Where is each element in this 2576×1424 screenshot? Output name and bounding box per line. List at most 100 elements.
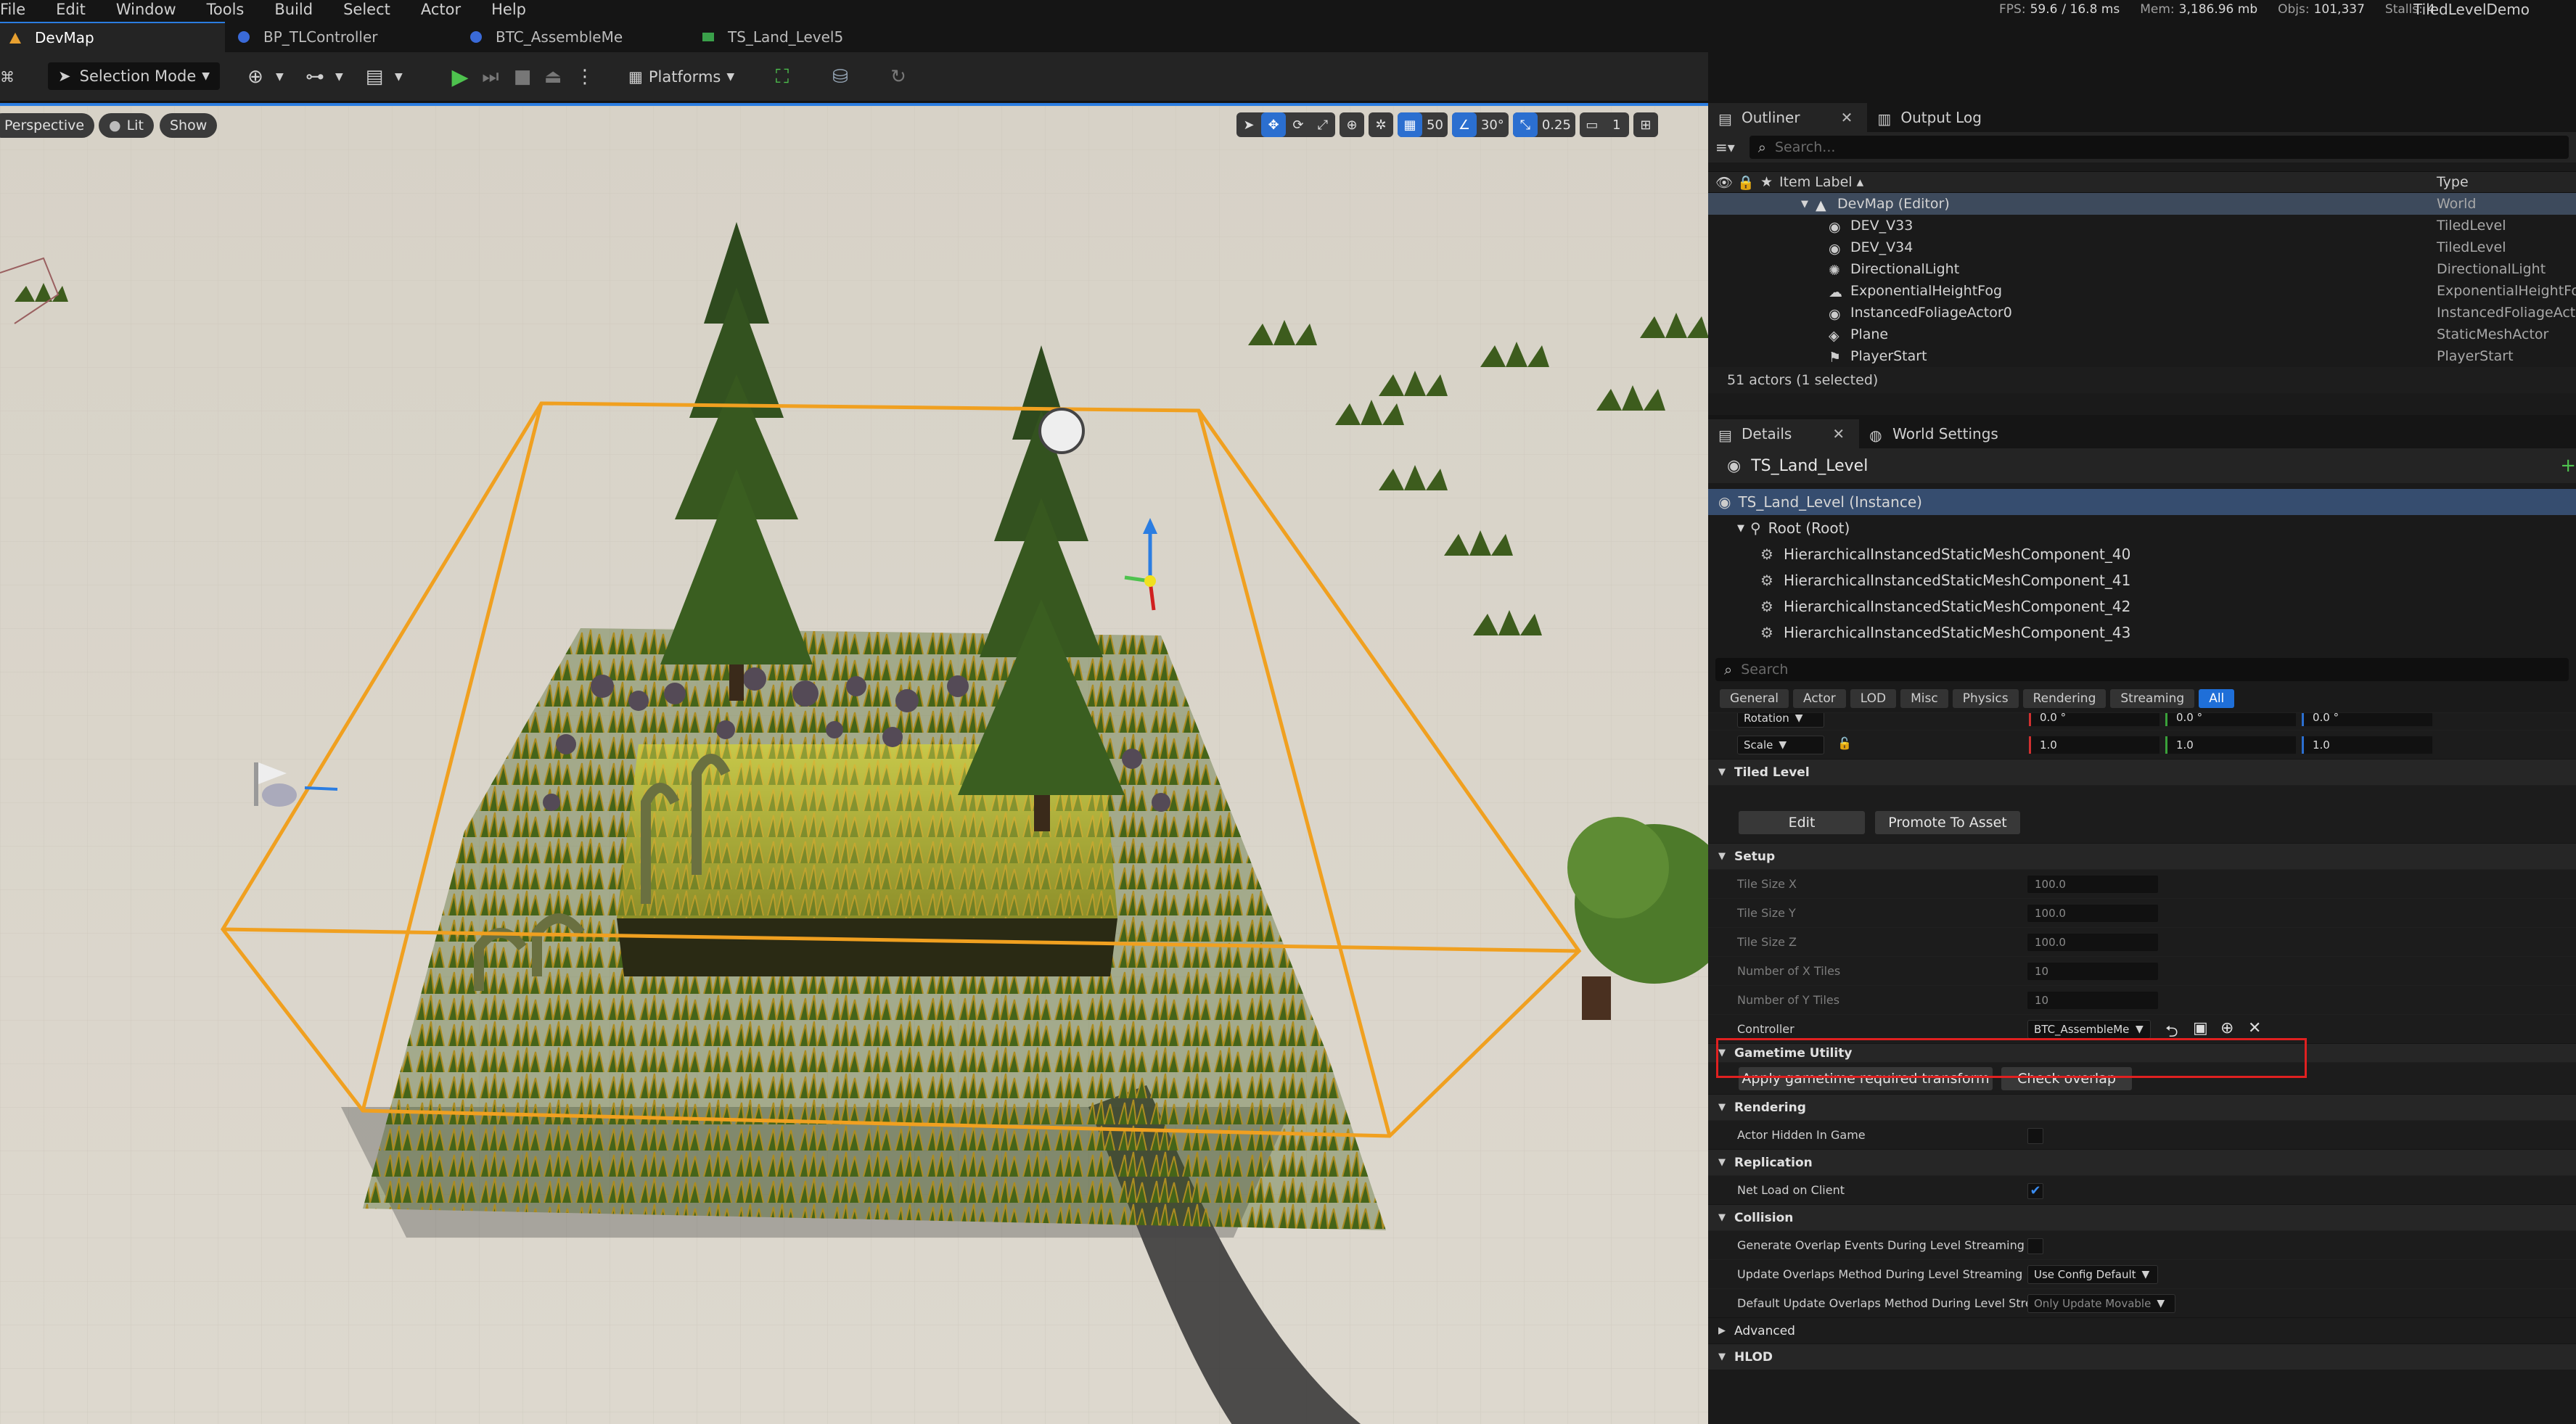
star-icon[interactable]: ★	[1760, 174, 1779, 190]
viewport-layout-icon[interactable]: ⊞	[1633, 112, 1658, 137]
play-options-button[interactable]: ⋮	[570, 62, 599, 91]
lock-icon[interactable]: 🔓	[1837, 736, 1852, 750]
blueprints-button[interactable]: ⊶ ▼	[300, 62, 343, 91]
refresh-button[interactable]: ↻	[884, 62, 913, 91]
category-physics[interactable]: Physics	[1952, 689, 2019, 708]
menu-select[interactable]: Select	[343, 0, 390, 19]
visibility-icon[interactable]: 👁	[1715, 174, 1737, 191]
tab-details[interactable]: ▤ Details ✕	[1708, 419, 1860, 448]
camera-speed-value[interactable]: 1	[1604, 112, 1629, 137]
rotation-y[interactable]: 0.0 °	[2165, 713, 2296, 726]
save-icon[interactable]: ⌘	[0, 62, 15, 91]
menu-actor[interactable]: Actor	[421, 0, 461, 19]
category-rendering[interactable]: Rendering	[2022, 689, 2107, 708]
outliner-row[interactable]: ⚑ PlayerStart PlayerStart	[1708, 345, 2576, 367]
tab-world-settings[interactable]: ◍ World Settings	[1859, 419, 2013, 448]
use-selected-icon[interactable]: ⮌	[2165, 1019, 2178, 1047]
platforms-dropdown[interactable]: ▦ Platforms ▼	[628, 62, 734, 91]
browse-icon[interactable]: ▣	[2193, 1019, 2208, 1037]
angle-snap-icon[interactable]: ∠	[1451, 112, 1477, 137]
category-general[interactable]: General	[1720, 689, 1789, 708]
stop-button[interactable]: ■	[508, 62, 537, 91]
component-row[interactable]: ⚙ HierarchicalInstancedStaticMeshCompone…	[1708, 541, 2576, 567]
default-update-overlaps-dropdown[interactable]: Only Update Movable ▼	[2027, 1294, 2175, 1313]
net-load-checkbox[interactable]: ✔	[2027, 1183, 2043, 1199]
category-actor[interactable]: Actor	[1793, 689, 1846, 708]
filter-icon[interactable]: ≡▾	[1715, 139, 1735, 156]
surface-snap-icon[interactable]: ✲	[1369, 112, 1393, 137]
outliner-row[interactable]: ◉ InstancedFoliageActor0 InstancedFoliage…	[1708, 302, 2576, 324]
menu-tools[interactable]: Tools	[207, 0, 245, 19]
section-rendering[interactable]: ▼ Rendering	[1708, 1094, 2576, 1120]
tile-size-x-field[interactable]: 100.0	[2027, 876, 2158, 893]
generate-overlap-checkbox[interactable]	[2027, 1238, 2043, 1254]
apply-gametime-transform-button[interactable]: Apply gametime required transform	[1739, 1067, 1993, 1090]
check-overlap-button[interactable]: Check overlap	[2001, 1067, 2132, 1090]
column-item-label[interactable]: Item Label ▴	[1779, 174, 1863, 190]
cinematics-button[interactable]: ▤ ▼	[360, 62, 403, 91]
level-viewport[interactable]: Perspective ● Lit Show ➤ ✥ ⟳ ⤢ ⊕ ✲ ▦ 50 …	[0, 103, 1708, 1424]
outliner-row[interactable]: ◉ DEV_V34 TiledLevel	[1708, 236, 2576, 258]
selection-mode-dropdown[interactable]: ➤ Selection Mode ▼	[48, 62, 221, 90]
step-button[interactable]: ⏭	[476, 62, 505, 91]
world-space-icon[interactable]: ⊕	[1340, 112, 1364, 137]
add-icon[interactable]: ⊕	[2220, 1019, 2234, 1037]
section-collision[interactable]: ▼ Collision	[1708, 1204, 2576, 1230]
menu-edit[interactable]: Edit	[56, 0, 86, 19]
tab-btc-assembleme[interactable]: BTC_AssembleMe	[468, 22, 693, 52]
outliner-row[interactable]: ◈ Plane StaticMeshActor	[1708, 324, 2576, 345]
rotation-snap-value[interactable]: 30°	[1477, 112, 1509, 137]
tab-output-log[interactable]: ▥ Output Log	[1867, 103, 1996, 132]
light-icon[interactable]	[1038, 408, 1085, 454]
details-search-input[interactable]: ⌕ Search	[1715, 658, 2569, 681]
rotate-tool-icon[interactable]: ⟳	[1286, 112, 1310, 137]
tab-outliner[interactable]: ▤ Outliner ✕	[1708, 103, 1868, 132]
select-tool-icon[interactable]: ➤	[1236, 112, 1261, 137]
scale-x[interactable]: 1.0	[2029, 736, 2159, 754]
update-overlaps-dropdown[interactable]: Use Config Default ▼	[2027, 1265, 2158, 1284]
menu-build[interactable]: Build	[274, 0, 313, 19]
outliner-row[interactable]: ☁ ExponentialHeightFog ExponentialHeightF…	[1708, 280, 2576, 302]
component-row[interactable]: ▼ ⚲ Root (Root)	[1708, 515, 2576, 541]
category-streaming[interactable]: Streaming	[2110, 689, 2195, 708]
rotation-x[interactable]: 0.0 °	[2029, 713, 2159, 726]
grid-snap-value[interactable]: 50	[1422, 112, 1448, 137]
scale-y[interactable]: 1.0	[2165, 736, 2296, 754]
column-type[interactable]: Type	[2437, 174, 2469, 190]
tile-size-z-field[interactable]: 100.0	[2027, 934, 2158, 951]
menu-window[interactable]: Window	[116, 0, 176, 19]
actor-name[interactable]: TS_Land_Level	[1751, 457, 1868, 475]
number-y-tiles-field[interactable]: 10	[2027, 992, 2158, 1009]
clear-icon[interactable]: ✕	[2248, 1019, 2261, 1037]
section-tiled-level[interactable]: ▼ Tiled Level	[1708, 759, 2576, 785]
outliner-row[interactable]: ▼ ▲ DevMap (Editor) World	[1708, 193, 2576, 215]
close-icon[interactable]: ✕	[1832, 425, 1845, 443]
lock-icon[interactable]: 🔒	[1737, 174, 1760, 191]
camera-icon[interactable]: ▭	[1580, 112, 1604, 137]
section-setup[interactable]: ▼ Setup	[1708, 843, 2576, 869]
tile-size-y-field[interactable]: 100.0	[2027, 905, 2158, 922]
add-content-button[interactable]: ⊕ ▼	[241, 62, 284, 91]
section-replication[interactable]: ▼ Replication	[1708, 1149, 2576, 1175]
tab-devmap[interactable]: DevMap	[0, 22, 225, 52]
category-lod[interactable]: LOD	[1850, 689, 1897, 708]
grid-snap-icon[interactable]: ▦	[1398, 112, 1422, 137]
number-x-tiles-field[interactable]: 10	[2027, 963, 2158, 980]
scale-snap-value[interactable]: 0.25	[1538, 112, 1575, 137]
section-gametime-utility[interactable]: ▼ Gametime Utility	[1708, 1043, 2576, 1062]
tab-bp-tlcontroller[interactable]: BP_TLController	[236, 22, 461, 52]
close-icon[interactable]: ✕	[1841, 109, 1853, 126]
outliner-row[interactable]: ◉ DEV_V33 TiledLevel	[1708, 215, 2576, 236]
edit-button[interactable]: Edit	[1739, 811, 1865, 834]
rotation-z[interactable]: 0.0 °	[2302, 713, 2432, 726]
actor-hidden-checkbox[interactable]	[2027, 1128, 2043, 1144]
category-misc[interactable]: Misc	[1900, 689, 1948, 708]
component-row[interactable]: ⚙ HierarchicalInstancedStaticMeshCompone…	[1708, 620, 2576, 646]
scale-snap-icon[interactable]: ⤡	[1512, 112, 1538, 137]
source-control-button[interactable]: ⛁	[826, 62, 855, 91]
tab-ts-land-level5[interactable]: TS_Land_Level5	[700, 22, 925, 52]
rotation-dropdown[interactable]: Rotation ▼	[1737, 713, 1824, 728]
translate-tool-icon[interactable]: ✥	[1261, 112, 1286, 137]
promote-to-asset-button[interactable]: Promote To Asset	[1875, 811, 2020, 834]
lit-button[interactable]: ● Lit	[99, 113, 154, 138]
